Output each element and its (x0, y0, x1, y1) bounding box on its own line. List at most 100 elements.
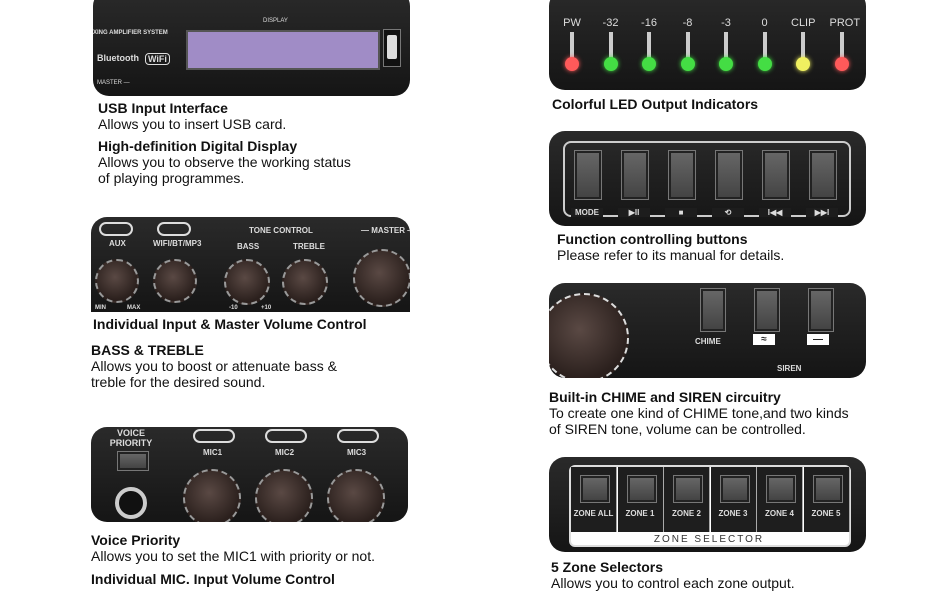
usb-desc: Allows you to insert USB card. (98, 116, 287, 132)
voice-priority-switch[interactable] (118, 452, 148, 470)
siren2-switch[interactable] (809, 289, 833, 331)
function-button[interactable] (763, 151, 789, 199)
mic-title: Individual MIC. Input Volume Control (91, 571, 335, 587)
mic-jack[interactable] (115, 487, 147, 519)
zone-desc: Allows you to control each zone output. (551, 575, 795, 591)
mic1-knob[interactable] (183, 469, 241, 522)
led-label: PW (563, 17, 581, 29)
display-label: DISPLAY (263, 18, 288, 24)
aux-indicator (99, 222, 133, 236)
zone-cell: ZONE 1 (617, 467, 664, 532)
function-button[interactable] (575, 151, 601, 199)
chime-switch[interactable] (701, 289, 725, 331)
bass-knob[interactable] (224, 259, 270, 305)
display-panel-image: XING AMPLIFIER SYSTEM Bluetooth WiFi MAS… (93, 0, 410, 96)
led-label: CLIP (791, 17, 816, 29)
mic1-indicator (193, 429, 235, 443)
lcd-display (186, 30, 380, 70)
func-title: Function controlling buttons (557, 231, 748, 247)
chime-volume-knob[interactable] (549, 293, 629, 378)
siren-label: SIREN (777, 364, 802, 373)
zone-button[interactable] (581, 476, 609, 502)
led-label: PROT (829, 17, 861, 29)
bass-title: BASS & TREBLE (91, 342, 204, 358)
zone-cell: ZONE 3 (710, 467, 757, 532)
function-label: MODE (571, 208, 603, 217)
led-CLIP (796, 57, 810, 71)
display-desc-2: of playing programmes. (98, 170, 245, 186)
zone-button[interactable] (813, 476, 842, 502)
volume-title: Individual Input & Master Volume Control (93, 316, 367, 332)
led-PW (565, 57, 579, 71)
master-label: MASTER — (97, 80, 130, 86)
bass-min-label: -10 (229, 305, 238, 311)
bass-max-label: +10 (261, 305, 272, 311)
master-knob[interactable] (353, 249, 410, 307)
siren-wave-label: ≈ (753, 334, 775, 345)
zone-button[interactable] (720, 476, 749, 502)
treble-knob[interactable] (282, 259, 328, 305)
zone-cell: ZONE 5 (803, 467, 850, 532)
wifi-bt-label: WIFI/BT/MP3 (153, 239, 202, 248)
tone-control-label: TONE CONTROL (249, 226, 313, 235)
chime-desc-1: To create one kind of CHIME tone,and two… (549, 405, 849, 421)
master-label: — MASTER — (361, 226, 410, 235)
zone-label: ZONE 2 (672, 509, 701, 518)
bass-label: BASS (237, 242, 260, 251)
max-label: MAX (127, 305, 141, 311)
function-label: ▶II (618, 208, 650, 217)
chime-label: CHIME (695, 337, 721, 346)
chime-title: Built-in CHIME and SIREN circuitry (549, 389, 781, 405)
function-label: I◀◀ (759, 208, 791, 217)
zone-button[interactable] (627, 476, 656, 502)
zone-button[interactable] (674, 476, 702, 502)
priority-label: PRIORITY (109, 438, 153, 448)
led-PROT (834, 57, 849, 71)
function-label: ▶▶I (806, 208, 838, 217)
led-label: -32 (602, 17, 619, 29)
mic3-indicator (337, 429, 379, 443)
led-label: -3 (721, 17, 731, 29)
led--3 (719, 57, 733, 71)
zone-button[interactable] (767, 476, 795, 502)
zone-label: ZONE 4 (765, 509, 794, 518)
zone-cell: ZONE 2 (664, 467, 710, 532)
brand-text: XING AMPLIFIER SYSTEM (93, 30, 168, 36)
function-button[interactable] (622, 151, 648, 199)
zone-panel-image: ZONE SELECTOR ZONE ALL ZONE 1 ZONE 2 ZONE 3… (549, 457, 866, 552)
mic3-knob[interactable] (327, 469, 385, 522)
wifi-knob[interactable] (153, 259, 197, 303)
mic-panel-image: VOICE PRIORITY MIC1 MIC2 MIC3 (91, 427, 408, 522)
led--32 (603, 57, 618, 71)
function-frame (563, 141, 851, 217)
siren1-switch[interactable] (755, 289, 779, 331)
usb-title: USB Input Interface (98, 100, 228, 116)
mic1-label: MIC1 (203, 448, 223, 457)
mic2-indicator (265, 429, 307, 443)
zone-cell: ZONE 4 (757, 467, 803, 532)
mic2-knob[interactable] (255, 469, 313, 522)
zone-title: 5 Zone Selectors (551, 559, 664, 575)
aux-knob[interactable] (95, 259, 139, 303)
function-button[interactable] (669, 151, 695, 199)
min-label: MIN (95, 305, 106, 311)
function-button[interactable] (716, 151, 742, 199)
func-desc: Please refer to its manual for details. (557, 247, 785, 263)
led-label: -16 (641, 17, 657, 29)
function-button[interactable] (810, 151, 836, 199)
zone-selector-label: ZONE SELECTOR (653, 534, 765, 545)
function-label: ■ (665, 208, 697, 217)
treble-label: TREBLE (293, 242, 325, 251)
led-0 (757, 57, 772, 71)
mic3-label: MIC3 (347, 448, 367, 457)
mic2-label: MIC2 (275, 448, 295, 457)
voice-title: Voice Priority (91, 532, 181, 548)
bass-desc-1: Allows you to boost or attenuate bass & (91, 358, 337, 374)
led-panel-image: PW -32 -16 -8 -3 0 CLIP PROT (549, 0, 866, 90)
usb-port[interactable] (383, 29, 401, 67)
led--8 (680, 57, 695, 71)
function-panel-image: MODE ▶II ■ ⟲ I◀◀ ▶▶I (549, 131, 866, 226)
bass-desc-2: treble for the desired sound. (91, 374, 266, 390)
volume-panel-image: AUX WIFI/BT/MP3 TONE CONTROL BASS TREBLE… (91, 217, 410, 312)
zone-label: ZONE 3 (718, 509, 748, 518)
